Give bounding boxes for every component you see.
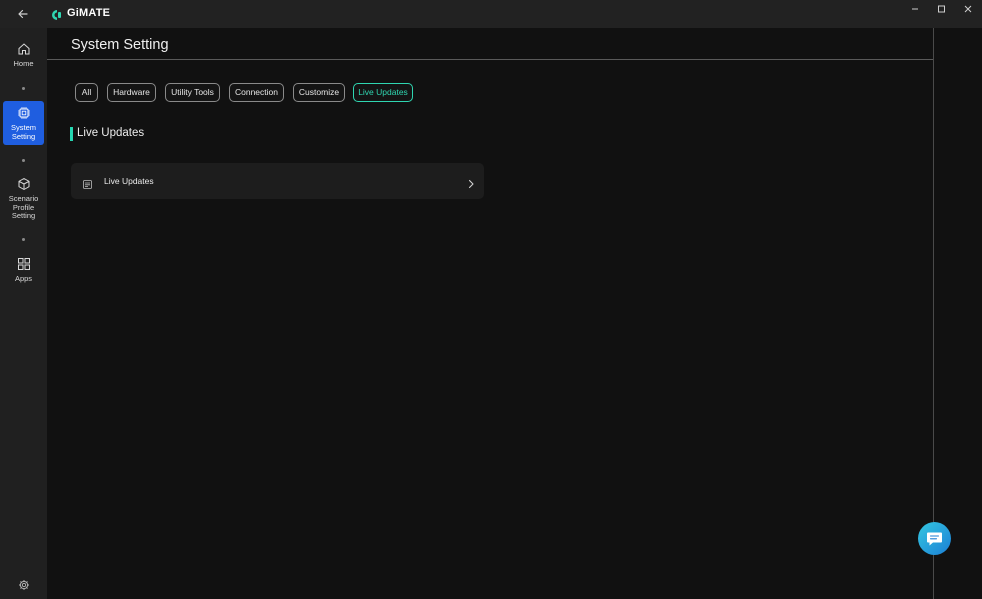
maximize-icon[interactable] xyxy=(931,4,951,22)
separator-dot xyxy=(22,159,25,162)
section-title: Live Updates xyxy=(77,127,145,139)
cube-icon xyxy=(17,177,31,191)
sidebar-item-label: Scenario Profile Setting xyxy=(8,194,39,220)
grid-icon xyxy=(17,257,31,271)
close-icon[interactable] xyxy=(958,4,978,22)
gimate-logo-icon xyxy=(51,8,63,20)
app-name: GiMATE xyxy=(67,7,111,19)
chevron-right-icon xyxy=(467,176,475,189)
sidebar-item-label: System Setting xyxy=(10,123,36,141)
divider xyxy=(47,59,933,60)
home-icon xyxy=(17,42,31,56)
document-icon xyxy=(83,176,92,189)
chip-icon xyxy=(17,106,31,120)
sidebar-item-scenario-profile-setting[interactable]: Scenario Profile Setting xyxy=(3,177,44,221)
sidebar-item-label: Apps xyxy=(14,274,33,283)
tab-hardware[interactable]: Hardware xyxy=(107,83,156,102)
separator-dot xyxy=(22,238,25,241)
tab-all[interactable]: All xyxy=(75,83,98,102)
tab-utility-tools[interactable]: Utility Tools xyxy=(165,83,220,102)
sidebar-item-home[interactable]: Home xyxy=(3,42,44,69)
minimize-icon[interactable] xyxy=(905,4,925,22)
tab-customize[interactable]: Customize xyxy=(293,83,345,102)
card-label: Live Updates xyxy=(104,176,154,186)
live-updates-card[interactable]: Live Updates xyxy=(71,163,484,199)
tab-connection[interactable]: Connection xyxy=(229,83,284,102)
sidebar-item-apps[interactable]: Apps xyxy=(3,257,44,284)
tab-live-updates[interactable]: Live Updates xyxy=(353,83,413,102)
page-title: System Setting xyxy=(71,37,169,53)
chat-bubble-icon xyxy=(927,532,942,546)
back-arrow-icon[interactable] xyxy=(14,5,32,23)
sidebar-item-system-setting[interactable]: System Setting xyxy=(3,101,44,145)
section-accent-bar xyxy=(70,127,73,141)
sidebar: Home System Setting Scenario Profile Set… xyxy=(0,28,47,599)
separator-dot xyxy=(22,87,25,90)
chat-support-button[interactable] xyxy=(918,522,951,555)
sidebar-item-label: Home xyxy=(13,59,34,68)
gear-icon[interactable] xyxy=(18,578,30,590)
title-bar: GiMATE xyxy=(0,0,982,28)
divider xyxy=(933,28,934,599)
